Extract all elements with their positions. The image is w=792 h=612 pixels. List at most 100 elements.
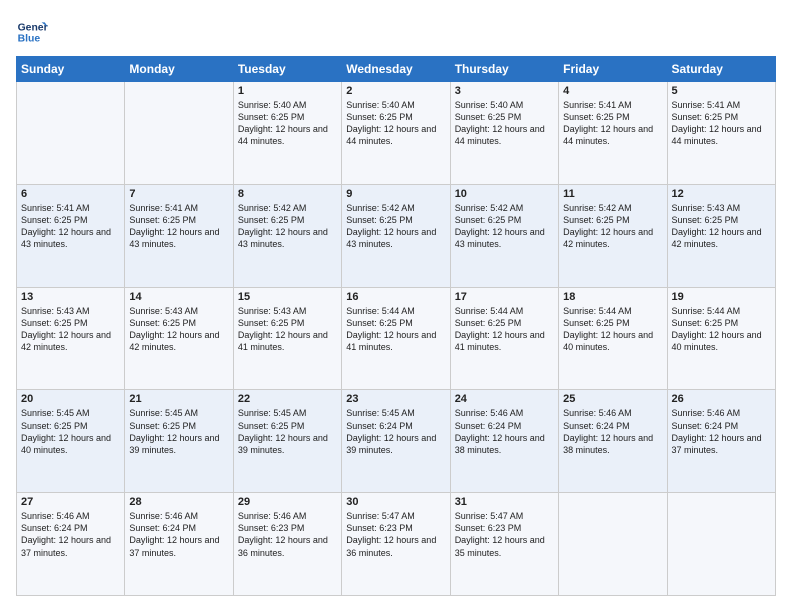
day-number: 3 xyxy=(455,85,554,97)
calendar-cell: 3 Sunrise: 5:40 AM Sunset: 6:25 PM Daylig… xyxy=(450,82,558,185)
day-number: 21 xyxy=(129,393,228,405)
day-number: 31 xyxy=(455,496,554,508)
calendar-header-monday: Monday xyxy=(125,57,233,82)
page: General Blue SundayMondayTuesdayWednesda… xyxy=(0,0,792,612)
day-info: Sunrise: 5:44 AM Sunset: 6:25 PM Dayligh… xyxy=(346,305,445,354)
calendar-cell: 27Sunrise: 5:46 AM Sunset: 6:24 PM Dayli… xyxy=(17,493,125,596)
calendar-cell: 16 Sunrise: 5:44 AM Sunset: 6:25 PM Dayli… xyxy=(342,287,450,390)
day-info: Sunrise: 5:45 AM Sunset: 6:25 PM Dayligh… xyxy=(129,407,228,456)
day-info: Sunrise: 5:46 AM Sunset: 6:23 PM Dayligh… xyxy=(238,510,337,559)
day-number: 15 xyxy=(238,291,337,303)
day-info: Sunrise: 5:41 AM Sunset: 6:25 PM Dayligh… xyxy=(563,99,662,148)
day-info: Sunrise: 5:42 AM Sunset: 6:25 PM Dayligh… xyxy=(238,202,337,251)
calendar-cell: 18 Sunrise: 5:44 AM Sunset: 6:25 PM Dayli… xyxy=(559,287,667,390)
day-number: 8 xyxy=(238,188,337,200)
calendar-cell: 30 Sunrise: 5:47 AM Sunset: 6:23 PM Dayli… xyxy=(342,493,450,596)
day-number: 12 xyxy=(672,188,771,200)
calendar-week-row: 6 Sunrise: 5:41 AM Sunset: 6:25 PM Daylig… xyxy=(17,184,776,287)
logo: General Blue xyxy=(16,16,48,48)
day-info: Sunrise: 5:41 AM Sunset: 6:25 PM Dayligh… xyxy=(129,202,228,251)
day-info: Sunrise: 5:43 AM Sunset: 6:25 PM Dayligh… xyxy=(129,305,228,354)
day-info: Sunrise: 5:45 AM Sunset: 6:24 PM Dayligh… xyxy=(346,407,445,456)
day-number: 25 xyxy=(563,393,662,405)
calendar-week-row: 20 Sunrise: 5:45 AM Sunset: 6:25 PM Dayli… xyxy=(17,390,776,493)
calendar-cell: 1 Sunrise: 5:40 AM Sunset: 6:25 PM Daylig… xyxy=(233,82,341,185)
day-number: 28 xyxy=(129,496,228,508)
calendar-cell: 24Sunrise: 5:46 AM Sunset: 6:24 PM Dayli… xyxy=(450,390,558,493)
calendar-cell: 11 Sunrise: 5:42 AM Sunset: 6:25 PM Dayli… xyxy=(559,184,667,287)
calendar-cell: 26Sunrise: 5:46 AM Sunset: 6:24 PM Dayli… xyxy=(667,390,775,493)
calendar-week-row: 1 Sunrise: 5:40 AM Sunset: 6:25 PM Daylig… xyxy=(17,82,776,185)
calendar-cell: 19Sunrise: 5:44 AM Sunset: 6:25 PM Dayli… xyxy=(667,287,775,390)
day-info: Sunrise: 5:43 AM Sunset: 6:25 PM Dayligh… xyxy=(238,305,337,354)
day-info: Sunrise: 5:40 AM Sunset: 6:25 PM Dayligh… xyxy=(346,99,445,148)
day-info: Sunrise: 5:46 AM Sunset: 6:24 PM Dayligh… xyxy=(563,407,662,456)
generalblue-logo-icon: General Blue xyxy=(16,16,48,48)
day-info: Sunrise: 5:47 AM Sunset: 6:23 PM Dayligh… xyxy=(346,510,445,559)
day-info: Sunrise: 5:47 AM Sunset: 6:23 PM Dayligh… xyxy=(455,510,554,559)
day-info: Sunrise: 5:44 AM Sunset: 6:25 PM Dayligh… xyxy=(563,305,662,354)
day-number: 14 xyxy=(129,291,228,303)
day-info: Sunrise: 5:42 AM Sunset: 6:25 PM Dayligh… xyxy=(455,202,554,251)
day-number: 22 xyxy=(238,393,337,405)
calendar-cell: 9Sunrise: 5:42 AM Sunset: 6:25 PM Daylig… xyxy=(342,184,450,287)
day-info: Sunrise: 5:42 AM Sunset: 6:25 PM Dayligh… xyxy=(563,202,662,251)
calendar-cell xyxy=(125,82,233,185)
day-number: 5 xyxy=(672,85,771,97)
calendar-cell: 28 Sunrise: 5:46 AM Sunset: 6:24 PM Dayli… xyxy=(125,493,233,596)
day-number: 9 xyxy=(346,188,445,200)
calendar-week-row: 27Sunrise: 5:46 AM Sunset: 6:24 PM Dayli… xyxy=(17,493,776,596)
calendar-table: SundayMondayTuesdayWednesdayThursdayFrid… xyxy=(16,56,776,596)
day-number: 2 xyxy=(346,85,445,97)
calendar-cell: 15 Sunrise: 5:43 AM Sunset: 6:25 PM Dayli… xyxy=(233,287,341,390)
day-number: 30 xyxy=(346,496,445,508)
calendar-header-tuesday: Tuesday xyxy=(233,57,341,82)
calendar-header-friday: Friday xyxy=(559,57,667,82)
day-number: 26 xyxy=(672,393,771,405)
day-number: 18 xyxy=(563,291,662,303)
calendar-header-wednesday: Wednesday xyxy=(342,57,450,82)
calendar-cell: 14 Sunrise: 5:43 AM Sunset: 6:25 PM Dayli… xyxy=(125,287,233,390)
calendar-cell: 20 Sunrise: 5:45 AM Sunset: 6:25 PM Dayli… xyxy=(17,390,125,493)
day-info: Sunrise: 5:44 AM Sunset: 6:25 PM Dayligh… xyxy=(455,305,554,354)
calendar-header-sunday: Sunday xyxy=(17,57,125,82)
calendar-cell: 22 Sunrise: 5:45 AM Sunset: 6:25 PM Dayli… xyxy=(233,390,341,493)
day-info: Sunrise: 5:41 AM Sunset: 6:25 PM Dayligh… xyxy=(672,99,771,148)
calendar-week-row: 13Sunrise: 5:43 AM Sunset: 6:25 PM Dayli… xyxy=(17,287,776,390)
day-number: 1 xyxy=(238,85,337,97)
day-info: Sunrise: 5:40 AM Sunset: 6:25 PM Dayligh… xyxy=(455,99,554,148)
day-info: Sunrise: 5:45 AM Sunset: 6:25 PM Dayligh… xyxy=(238,407,337,456)
calendar-cell: 6 Sunrise: 5:41 AM Sunset: 6:25 PM Daylig… xyxy=(17,184,125,287)
calendar-cell: 2 Sunrise: 5:40 AM Sunset: 6:25 PM Daylig… xyxy=(342,82,450,185)
day-info: Sunrise: 5:45 AM Sunset: 6:25 PM Dayligh… xyxy=(21,407,120,456)
calendar-cell xyxy=(17,82,125,185)
calendar-header-thursday: Thursday xyxy=(450,57,558,82)
calendar-cell: 31 Sunrise: 5:47 AM Sunset: 6:23 PM Dayli… xyxy=(450,493,558,596)
day-number: 20 xyxy=(21,393,120,405)
day-number: 6 xyxy=(21,188,120,200)
svg-text:Blue: Blue xyxy=(18,34,41,45)
calendar-cell: 17Sunrise: 5:44 AM Sunset: 6:25 PM Dayli… xyxy=(450,287,558,390)
day-number: 29 xyxy=(238,496,337,508)
day-number: 4 xyxy=(563,85,662,97)
header: General Blue xyxy=(16,16,776,48)
day-number: 19 xyxy=(672,291,771,303)
day-number: 10 xyxy=(455,188,554,200)
day-info: Sunrise: 5:46 AM Sunset: 6:24 PM Dayligh… xyxy=(129,510,228,559)
calendar-cell: 10 Sunrise: 5:42 AM Sunset: 6:25 PM Dayli… xyxy=(450,184,558,287)
svg-text:General: General xyxy=(18,22,48,33)
day-number: 7 xyxy=(129,188,228,200)
calendar-cell: 12Sunrise: 5:43 AM Sunset: 6:25 PM Dayli… xyxy=(667,184,775,287)
day-number: 16 xyxy=(346,291,445,303)
calendar-header-row: SundayMondayTuesdayWednesdayThursdayFrid… xyxy=(17,57,776,82)
calendar-cell xyxy=(667,493,775,596)
day-number: 11 xyxy=(563,188,662,200)
day-info: Sunrise: 5:41 AM Sunset: 6:25 PM Dayligh… xyxy=(21,202,120,251)
day-number: 24 xyxy=(455,393,554,405)
day-info: Sunrise: 5:46 AM Sunset: 6:24 PM Dayligh… xyxy=(21,510,120,559)
day-info: Sunrise: 5:40 AM Sunset: 6:25 PM Dayligh… xyxy=(238,99,337,148)
day-number: 23 xyxy=(346,393,445,405)
calendar-cell: 8 Sunrise: 5:42 AM Sunset: 6:25 PM Daylig… xyxy=(233,184,341,287)
calendar-cell: 23 Sunrise: 5:45 AM Sunset: 6:24 PM Dayli… xyxy=(342,390,450,493)
day-info: Sunrise: 5:43 AM Sunset: 6:25 PM Dayligh… xyxy=(21,305,120,354)
